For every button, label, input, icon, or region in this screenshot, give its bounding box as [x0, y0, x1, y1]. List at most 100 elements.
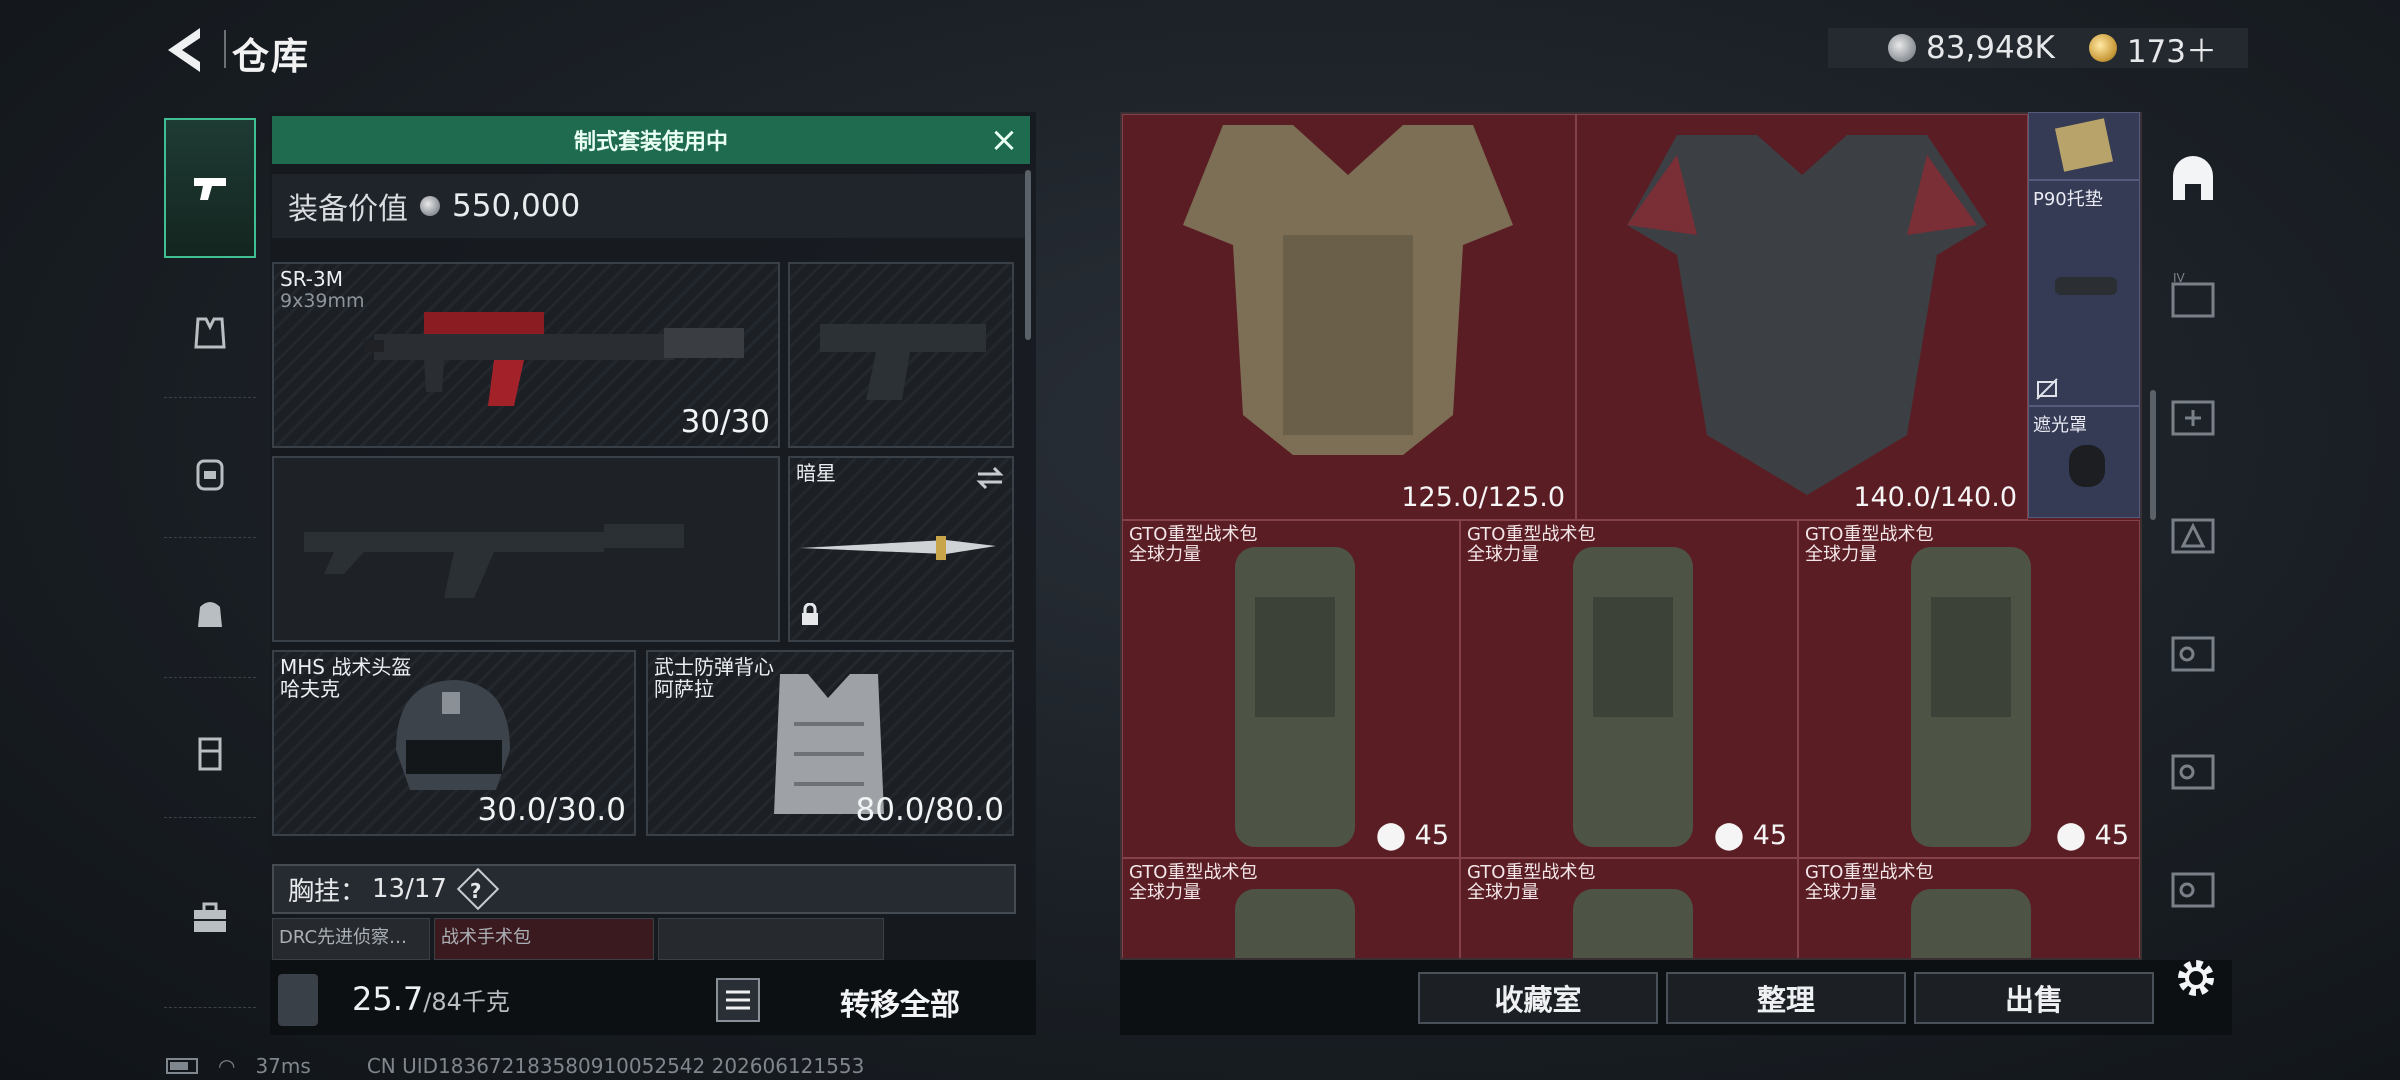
- stash-item-bag[interactable]: GTO重型战术包 全球力量: [1460, 858, 1798, 958]
- chest-rig-row[interactable]: 胸挂： 13/17 ?: [272, 864, 1016, 914]
- keycard-icon: [2054, 118, 2114, 172]
- sort-button[interactable]: 整理: [1666, 972, 1906, 1024]
- category-backpack[interactable]: [164, 408, 256, 538]
- bag-brand: 全球力量: [1129, 882, 1201, 903]
- battery-icon: [166, 1058, 198, 1074]
- stash-item-bag[interactable]: GTO重型战术包 全球力量 ⬤ 45: [1122, 520, 1460, 858]
- vest-icon: [194, 317, 226, 348]
- tab-medical[interactable]: [2150, 360, 2236, 472]
- equip-value-label: 装备价值: [288, 192, 408, 227]
- key-storage-icon: [2171, 636, 2215, 672]
- stash-item-bag[interactable]: GTO重型战术包 全球力量: [1122, 858, 1460, 958]
- preset-banner: 制式套装使用中: [272, 116, 1030, 164]
- pouch-icon: [198, 601, 222, 627]
- equip-value-row: 装备价值 550,000: [272, 174, 1030, 238]
- melee-name: 暗星: [796, 461, 836, 485]
- tab-keys-2[interactable]: [2150, 714, 2236, 826]
- backpack-image: [1911, 889, 2031, 958]
- tab-rail-scrollbar[interactable]: [2150, 390, 2156, 520]
- stash-grid: 125.0/125.0 140.0/140.0 GTO重型战术包 全球力量 ⬤ …: [1120, 112, 2142, 960]
- mini-item[interactable]: DRC先进侦察…: [272, 918, 430, 960]
- stash-item-bag[interactable]: GTO重型战术包 全球力量 ⬤ 45: [1798, 520, 2140, 858]
- rifle-silhouette-icon: [304, 524, 684, 598]
- container-icon: [198, 737, 222, 770]
- armor-slot[interactable]: 武士防弹背心 阿萨拉 80.0/80.0: [646, 650, 1014, 836]
- secondary-weapon-slot[interactable]: [272, 456, 780, 642]
- sell-button[interactable]: 出售: [1914, 972, 2154, 1024]
- status-bar: ◠ 37ms CN UID183672183580910052542 20260…: [166, 1054, 864, 1078]
- backpack-image: [1573, 889, 1693, 958]
- transfer-all-button[interactable]: 转移全部: [800, 980, 1000, 1024]
- silver-amount: 83,948K: [1926, 30, 2055, 66]
- category-weapons[interactable]: [164, 118, 256, 258]
- mini-item[interactable]: [658, 918, 884, 960]
- chest-rig-items: DRC先进侦察… 战术手术包: [272, 918, 1016, 960]
- currency-bar: 83,948K 173＋: [1828, 26, 2248, 71]
- close-icon[interactable]: ×: [986, 122, 1022, 158]
- stash-item-armor[interactable]: 125.0/125.0: [1122, 114, 1576, 520]
- back-arrow-icon[interactable]: [160, 22, 216, 78]
- primary-weapon-slot[interactable]: SR-3M 9x39mm 30/30: [272, 262, 780, 448]
- stash-item-armor[interactable]: 140.0/140.0: [1576, 114, 2028, 520]
- key-storage-icon: [2171, 872, 2215, 908]
- silver-coin-icon: [1888, 34, 1916, 62]
- key-storage-icon: [2171, 754, 2215, 790]
- storage-tier-icon: IV: [2171, 272, 2215, 318]
- equip-value: 550,000: [452, 188, 581, 224]
- item-name: P90托垫: [2033, 189, 2103, 210]
- tab-keys[interactable]: [2150, 596, 2236, 708]
- stash-item-card[interactable]: [2028, 112, 2140, 180]
- lens-hood-icon: [2069, 445, 2105, 487]
- hazard-icon: [2171, 518, 2215, 554]
- chest-rig-label: 胸挂：: [288, 876, 367, 907]
- svg-text:IV: IV: [2173, 272, 2186, 285]
- wifi-icon: ◠: [218, 1054, 236, 1078]
- home-arch-icon: [2173, 156, 2213, 200]
- category-case[interactable]: [164, 688, 256, 818]
- pistol-icon: [194, 178, 226, 200]
- tab-keys-3[interactable]: [2150, 832, 2236, 944]
- weight-lock-icon: [278, 974, 318, 1026]
- armor-b-durability: 140.0/140.0: [1853, 482, 2017, 513]
- bag-count: ⬤ 45: [1713, 820, 1787, 851]
- backpack-image: [1235, 547, 1355, 847]
- list-view-button[interactable]: [716, 978, 760, 1022]
- gold-amount[interactable]: 173＋: [2127, 26, 2217, 71]
- stash-item-bag[interactable]: GTO重型战术包 全球力量: [1798, 858, 2140, 958]
- gear-icon[interactable]: [2170, 952, 2222, 1004]
- backpack-image: [1573, 547, 1693, 847]
- weapon-ammo: 30/30: [680, 404, 770, 440]
- stash-item-lens-hood[interactable]: 遮光罩: [2028, 406, 2140, 518]
- category-pouch[interactable]: [164, 548, 256, 678]
- melee-slot[interactable]: 暗星: [788, 456, 1014, 642]
- chest-rig-count: 13/17: [372, 874, 447, 904]
- armor-name: 武士防弹背心: [654, 655, 774, 679]
- category-vest[interactable]: [164, 268, 256, 398]
- help-icon[interactable]: ?: [456, 867, 500, 911]
- tab-warning[interactable]: [2150, 478, 2236, 590]
- helmet-brand: 哈夫克: [280, 677, 340, 701]
- stash-item-bag[interactable]: GTO重型战术包 全球力量 ⬤ 45: [1460, 520, 1798, 858]
- sidearm-slot[interactable]: [788, 262, 1014, 448]
- page-title: 仓库: [232, 35, 310, 78]
- stash-item-p90-pad[interactable]: P90托垫: [2028, 180, 2140, 406]
- weapon-caliber: 9x39mm: [280, 290, 365, 312]
- swap-icon[interactable]: [976, 466, 1004, 490]
- tab-all-stash[interactable]: [2150, 124, 2236, 236]
- armor-brand: 阿萨拉: [654, 677, 714, 701]
- category-toolbox[interactable]: [164, 828, 256, 1008]
- weight-max: /84千克: [423, 988, 510, 1016]
- knife-image: [800, 536, 996, 560]
- loadout-scrollbar[interactable]: [1025, 170, 1031, 340]
- helmet-slot[interactable]: MHS 战术头盔 哈夫克 30.0/30.0: [272, 650, 636, 836]
- gold-coin-icon: [2088, 34, 2117, 62]
- lock-icon: [800, 602, 820, 632]
- pistol-silhouette-icon: [820, 324, 986, 400]
- weight-current: 25.7: [352, 980, 424, 1018]
- category-rail: [164, 108, 256, 1008]
- rifle-image: [364, 312, 744, 406]
- ping: 37ms: [255, 1054, 311, 1078]
- collection-room-button[interactable]: 收藏室: [1418, 972, 1658, 1024]
- tab-stash-4[interactable]: IV: [2150, 242, 2236, 354]
- mini-item[interactable]: 战术手术包: [434, 918, 654, 960]
